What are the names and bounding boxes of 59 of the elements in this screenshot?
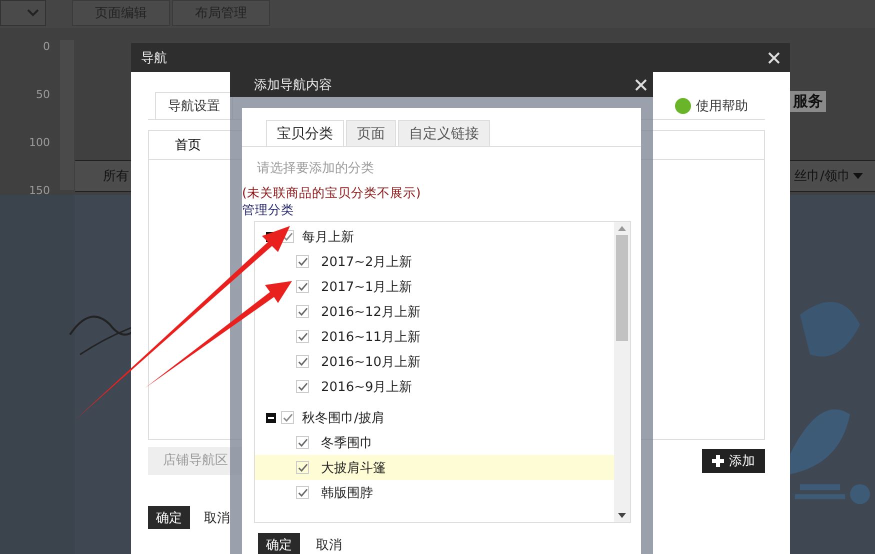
tree-row[interactable]: 2017~2月上新: [255, 249, 614, 274]
note-text: (未关联商品的宝贝分类不展示): [242, 185, 422, 202]
help-icon: [675, 98, 691, 114]
tree-item[interactable]: 秋冬围巾/披肩: [302, 408, 384, 426]
tree-item: 2016~12月上新: [321, 304, 421, 320]
add-button[interactable]: 添加: [702, 449, 765, 473]
tree-row[interactable]: 韩版围脖: [255, 480, 614, 505]
checkbox[interactable]: [296, 330, 309, 343]
ruler-mark: 100: [29, 136, 50, 149]
checkbox[interactable]: [296, 486, 309, 499]
tree-item: 大披肩斗篷: [321, 460, 386, 476]
caret-icon: [27, 9, 39, 17]
plus-icon: [712, 455, 724, 467]
tree-item: 2016~9月上新: [321, 378, 412, 396]
scroll-thumb[interactable]: [616, 235, 628, 341]
dialog-button[interactable]: 确定: [148, 506, 190, 529]
tree-item: 2016~10月上新: [321, 354, 421, 370]
tree-row[interactable]: 2016~11月上新: [255, 324, 614, 349]
ruler-mark: 0: [43, 40, 50, 53]
tree-row[interactable]: 2016~9月上新: [255, 374, 614, 399]
close-icon[interactable]: [635, 78, 647, 90]
checkbox[interactable]: [296, 255, 309, 268]
tab[interactable]: 页面: [346, 120, 396, 146]
ruler-mark: 150: [29, 184, 50, 197]
tree-row[interactable]: 2016~10月上新: [255, 349, 614, 374]
banner-text: 服务: [790, 91, 826, 112]
window-title: 添加导航内容: [254, 76, 332, 94]
close-icon[interactable]: [768, 52, 780, 64]
checkbox[interactable]: [281, 411, 294, 424]
tree-item: 2017~2月上新: [321, 254, 412, 270]
tab[interactable]: 自定义链接: [398, 120, 490, 146]
table-header: 首页: [175, 137, 201, 154]
checkbox[interactable]: [296, 380, 309, 393]
checkbox[interactable]: [296, 436, 309, 449]
scrollbar[interactable]: [614, 222, 630, 522]
help-link[interactable]: 使用帮助: [675, 96, 748, 114]
collapse-icon[interactable]: [266, 412, 276, 422]
checkbox[interactable]: [296, 355, 309, 368]
dialog-button[interactable]: 取消: [312, 536, 346, 554]
checkbox[interactable]: [296, 461, 309, 474]
tab[interactable]: 导航设置: [155, 92, 233, 119]
tree-item: 2016~11月上新: [321, 328, 421, 346]
tree-item: 韩版围脖: [321, 484, 373, 502]
tree-item[interactable]: 每月上新: [302, 228, 354, 246]
scroll-down-icon[interactable]: [618, 513, 626, 518]
checkbox[interactable]: [296, 280, 309, 293]
section-label: 管理分类: [242, 202, 295, 219]
tree-row[interactable]: 2016~12月上新: [255, 299, 614, 324]
dialog-button[interactable]: 取消: [200, 508, 234, 526]
dialog-button[interactable]: 确定: [258, 533, 300, 554]
window-title: 导航: [141, 50, 167, 66]
tree-row[interactable]: 2017~1月上新: [255, 274, 614, 299]
checkbox[interactable]: [296, 305, 309, 318]
prompt-text: 请选择要添加的分类: [257, 160, 375, 177]
tree-item: 2017~1月上新: [321, 278, 412, 296]
tree-row[interactable]: 大披肩斗篷: [255, 455, 614, 480]
tab[interactable]: 宝贝分类: [266, 120, 344, 146]
caret-icon: [853, 173, 863, 179]
ruler-mark: 50: [36, 88, 50, 101]
